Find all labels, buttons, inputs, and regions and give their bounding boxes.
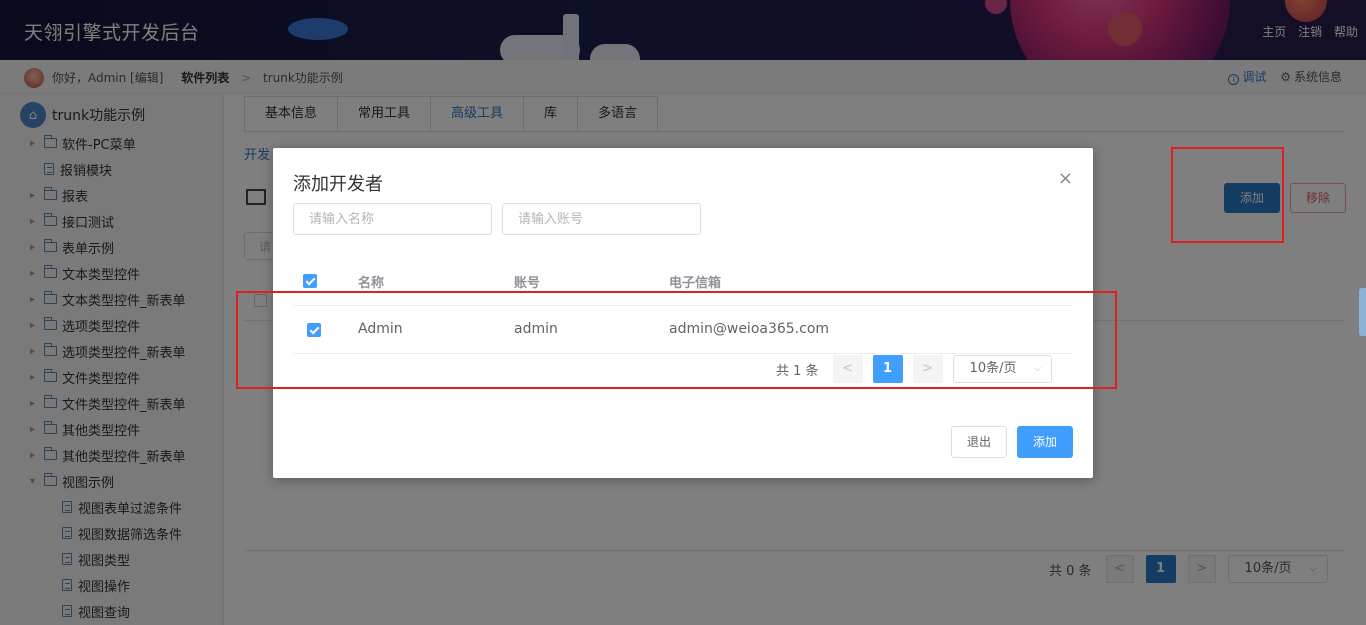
column-header-email[interactable]: 电子信箱 [669,272,721,291]
close-icon[interactable]: × [1058,170,1073,188]
name-search-input[interactable] [293,203,492,235]
dialog-title: 添加开发者 [293,174,383,195]
confirm-add-button[interactable]: 添加 [1017,426,1073,458]
select-all-checkbox[interactable] [303,274,317,288]
column-header-account[interactable]: 账号 [514,272,540,291]
account-search-input[interactable] [502,203,701,235]
exit-button[interactable]: 退出 [951,426,1007,458]
side-drawer-handle[interactable] [1359,288,1366,336]
column-header-name[interactable]: 名称 [358,272,384,291]
annotation-box-add-button [1171,147,1284,243]
annotation-box-table [236,291,1117,389]
